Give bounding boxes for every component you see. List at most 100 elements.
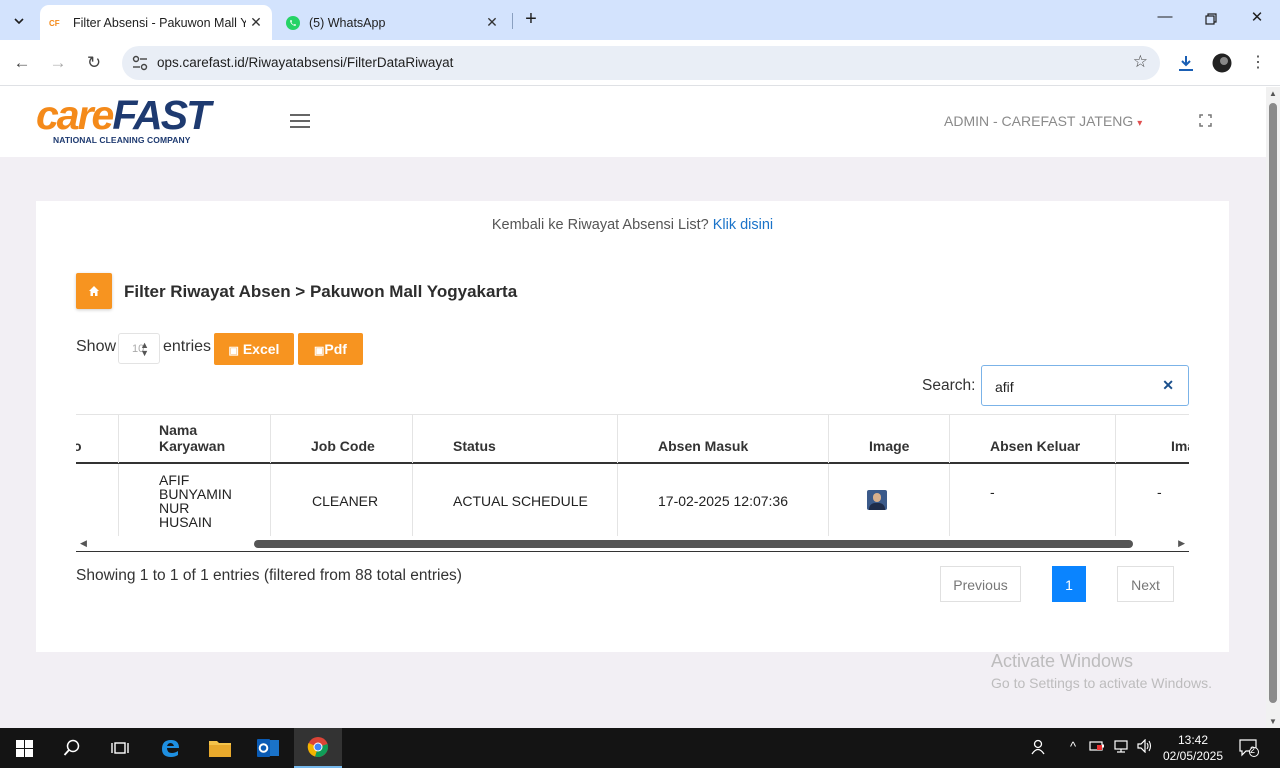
next-page-button[interactable]: Next: [1117, 566, 1174, 602]
chevron-down-icon: ▾: [1137, 118, 1143, 129]
table-horizontal-scrollbar[interactable]: ◀ ▶: [76, 536, 1189, 552]
url-text: ops.carefast.id/Riwayatabsensi/FilterDat…: [157, 55, 454, 70]
show-hidden-icons-chevron-icon[interactable]: ^: [1064, 739, 1082, 757]
carefast-favicon-icon: CF: [49, 16, 65, 29]
column-header-job-code[interactable]: Job Code: [271, 415, 413, 463]
scrollbar-thumb[interactable]: [254, 540, 1133, 548]
table-cell-absen-masuk: 17-02-2025 12:07:36: [618, 464, 829, 536]
scroll-left-icon[interactable]: ◀: [80, 538, 87, 549]
job-code-value: CLEANER: [312, 493, 379, 509]
search-label: Search:: [922, 377, 976, 394]
back-text: Kembali ke Riwayat Absensi List?: [491, 217, 709, 233]
tab-title: (5) WhatsApp: [309, 15, 386, 30]
app-header: careFAST NATIONAL CLEANING COMPANY ADMIN…: [0, 87, 1266, 157]
tab-separator: [512, 13, 513, 29]
column-header-absen-masuk[interactable]: Absen Masuk: [618, 415, 829, 463]
column-header-image-keluar[interactable]: Imag: [1116, 415, 1189, 463]
task-view-icon: [111, 742, 129, 754]
notification-center-icon[interactable]: 2: [1238, 739, 1260, 757]
taskbar-file-explorer[interactable]: [196, 728, 244, 768]
page-viewport: careFAST NATIONAL CLEANING COMPANY ADMIN…: [0, 87, 1266, 728]
column-header-image[interactable]: Image: [829, 415, 950, 463]
minimize-icon[interactable]: —: [1142, 8, 1188, 32]
data-table: o Nama Karyawan Job Code Status Absen Ma…: [76, 414, 1189, 552]
browser-tab-strip: CF Filter Absensi - Pakuwon Mall Y ✕ (5)…: [0, 0, 1280, 40]
hamburger-menu-icon[interactable]: [290, 114, 310, 128]
table-cell-status: ACTUAL SCHEDULE: [413, 464, 618, 536]
attendance-photo-thumbnail[interactable]: [867, 490, 887, 510]
fullscreen-icon[interactable]: [1199, 114, 1213, 128]
bookmark-star-icon[interactable]: ☆: [1133, 52, 1148, 72]
back-link[interactable]: Klik disini: [713, 217, 773, 233]
close-window-icon[interactable]: ✕: [1234, 8, 1280, 32]
table-header-row: o Nama Karyawan Job Code Status Absen Ma…: [76, 414, 1189, 464]
excel-label: Excel: [242, 341, 280, 357]
table-info: Showing 1 to 1 of 1 entries (filtered fr…: [76, 567, 462, 584]
activate-windows-watermark: Activate Windows Go to Settings to activ…: [991, 651, 1212, 691]
reload-icon[interactable]: ↻: [82, 51, 106, 75]
restore-icon[interactable]: [1188, 8, 1234, 32]
home-icon: [89, 286, 99, 296]
tab-filter-absensi[interactable]: CF Filter Absensi - Pakuwon Mall Y ✕: [40, 5, 272, 40]
scroll-right-icon[interactable]: ▶: [1178, 538, 1185, 549]
site-info-icon[interactable]: [131, 54, 149, 72]
edge-icon: [162, 740, 179, 757]
clock-date: 02/05/2025: [1162, 749, 1224, 763]
scroll-down-icon[interactable]: ▼: [1269, 717, 1277, 726]
column-header-absen-keluar[interactable]: Absen Keluar: [950, 415, 1116, 463]
search-input[interactable]: afif ✕: [981, 365, 1189, 406]
status-value: ACTUAL SCHEDULE: [453, 493, 588, 509]
table-cell: [76, 464, 119, 536]
page-length-select[interactable]: 10 ▲ ▼: [118, 333, 160, 364]
tab-search-button[interactable]: [6, 8, 32, 34]
volume-icon[interactable]: [1136, 738, 1154, 757]
carefast-logo[interactable]: careFAST NATIONAL CLEANING COMPANY: [36, 95, 236, 151]
column-header-nama-karyawan[interactable]: Nama Karyawan: [119, 415, 271, 463]
chrome-icon: [307, 737, 328, 757]
scrollbar-thumb[interactable]: [1269, 103, 1277, 703]
page-title: Filter Riwayat Absen > Pakuwon Mall Yogy…: [124, 282, 518, 301]
download-icon[interactable]: [1174, 51, 1198, 75]
folder-icon: [209, 741, 231, 757]
absen-keluar-value: -: [990, 484, 995, 500]
logo-care-text: care: [36, 92, 114, 138]
pdf-button[interactable]: ▣Pdf: [298, 333, 363, 365]
taskbar-search-button[interactable]: [48, 728, 96, 768]
close-tab-icon[interactable]: ✕: [246, 14, 266, 31]
logo-fast-text: FAST: [112, 92, 211, 138]
close-tab-icon[interactable]: ✕: [482, 14, 502, 31]
column-header[interactable]: o: [76, 415, 119, 463]
new-tab-icon[interactable]: +: [520, 9, 542, 31]
home-button[interactable]: [76, 273, 112, 309]
forward-icon[interactable]: →: [46, 51, 70, 75]
tab-whatsapp[interactable]: (5) WhatsApp ✕: [276, 5, 508, 40]
taskbar-chrome[interactable]: [294, 728, 342, 768]
windows-logo-icon: [15, 739, 33, 757]
page-1-button[interactable]: 1: [1052, 566, 1086, 602]
taskbar-edge[interactable]: [146, 728, 194, 768]
people-icon[interactable]: [1029, 739, 1047, 757]
column-header-status[interactable]: Status: [413, 415, 618, 463]
absen-masuk-value: 17-02-2025 12:07:36: [658, 493, 788, 509]
previous-page-button[interactable]: Previous: [940, 566, 1021, 602]
show-label: Show: [76, 338, 117, 355]
watermark-line2: Go to Settings to activate Windows.: [991, 675, 1212, 691]
table-cell-image: [829, 464, 950, 536]
browser-menu-icon[interactable]: ⋮: [1246, 51, 1270, 75]
profile-avatar-icon[interactable]: [1210, 51, 1234, 75]
task-view-button[interactable]: [96, 728, 144, 768]
address-bar[interactable]: ops.carefast.id/Riwayatabsensi/FilterDat…: [122, 46, 1160, 80]
start-button[interactable]: [0, 728, 48, 768]
clear-search-icon[interactable]: ✕: [1162, 377, 1174, 394]
user-menu[interactable]: ADMIN - CAREFAST JATENG ▾: [944, 113, 1142, 129]
battery-icon[interactable]: [1088, 739, 1106, 757]
page-vertical-scrollbar[interactable]: ▲ ▼: [1266, 87, 1280, 728]
taskbar-outlook[interactable]: [244, 728, 292, 768]
excel-button[interactable]: ▣ Excel: [214, 333, 294, 365]
taskbar-clock[interactable]: 13:42 02/05/2025: [1162, 732, 1224, 764]
back-icon[interactable]: ←: [10, 51, 34, 75]
pdf-label: Pdf: [324, 341, 347, 357]
user-menu-label: ADMIN - CAREFAST JATENG: [944, 113, 1134, 129]
network-icon[interactable]: [1112, 739, 1130, 757]
scroll-up-icon[interactable]: ▲: [1269, 89, 1277, 98]
